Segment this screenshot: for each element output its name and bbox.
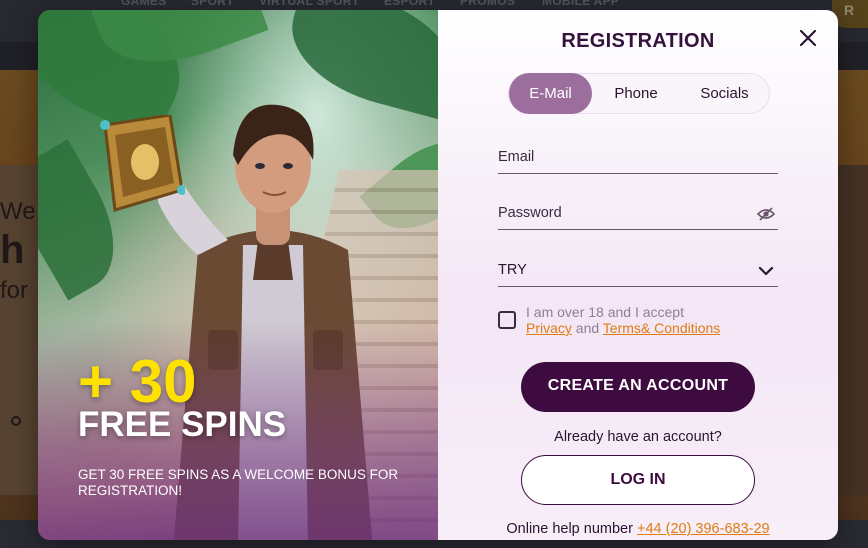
password-field-label: Password (498, 205, 562, 221)
eye-off-icon[interactable] (757, 207, 775, 221)
terms-link[interactable]: Terms& Conditions (603, 320, 721, 336)
help-label: Online help number (506, 521, 633, 537)
close-icon[interactable] (796, 26, 820, 50)
promo-panel: + 30 FREE SPINS GET 30 FREE SPINS AS A W… (38, 10, 438, 540)
tab-email[interactable]: E-Mail (509, 73, 592, 114)
registration-modal: + 30 FREE SPINS GET 30 FREE SPINS AS A W… (38, 10, 838, 540)
currency-value: TRY (498, 262, 527, 278)
registration-method-tabs: E-Mail Phone Socials (508, 73, 770, 114)
currency-select[interactable]: TRY (498, 259, 778, 287)
privacy-link[interactable]: Privacy (526, 320, 572, 336)
tab-phone[interactable]: Phone (592, 73, 680, 114)
have-account-text: Already have an account? (554, 429, 722, 445)
bonus-description: GET 30 FREE SPINS AS A WELCOME BONUS FOR… (78, 467, 399, 498)
consent-text: I am over 18 and I accept (526, 304, 684, 320)
book-of-ra-icon (100, 115, 185, 212)
form-title: REGISTRATION (561, 30, 715, 52)
help-line: Online help number +44 (20) 396-683-29 (438, 521, 838, 537)
email-field[interactable]: Email (498, 146, 778, 174)
password-field[interactable]: Password (498, 202, 778, 230)
create-account-button[interactable]: CREATE AN ACCOUNT (521, 362, 755, 412)
login-button[interactable]: LOG IN (521, 455, 755, 505)
registration-form: REGISTRATION E-Mail Phone Socials Email … (438, 10, 838, 540)
chevron-down-icon (758, 266, 774, 276)
consent-and: and (575, 320, 600, 336)
help-phone-link[interactable]: +44 (20) 396-683-29 (637, 521, 770, 537)
email-field-label: Email (498, 149, 535, 165)
age-consent-checkbox[interactable] (498, 311, 516, 329)
tab-socials[interactable]: Socials (680, 73, 769, 114)
age-consent-text: I am over 18 and I accept Privacy and Te… (526, 304, 720, 336)
bonus-amount: + 30 (78, 348, 197, 415)
bonus-label: FREE SPINS (78, 405, 287, 444)
